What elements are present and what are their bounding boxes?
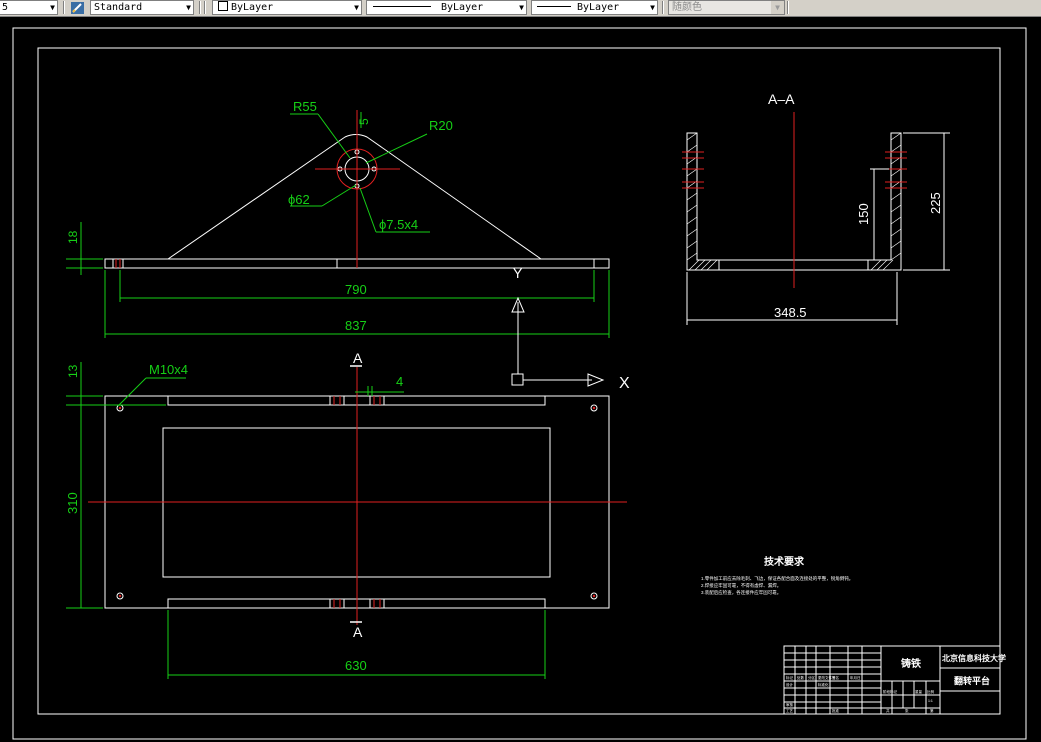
paper-outer-frame [12, 27, 1027, 740]
toolbar-separator [199, 1, 201, 14]
dim-r55: R55 [293, 99, 317, 114]
toolbar-separator [204, 1, 206, 14]
text-style-icon[interactable] [70, 0, 86, 14]
drawing-canvas[interactable]: R55 R20 5 ϕ62 ϕ7.5x4 18 790 837 Y X A A … [0, 17, 1041, 742]
linetype-combo[interactable]: ByLayer ▼ [366, 0, 527, 15]
svg-text:标准化: 标准化 [818, 682, 829, 687]
section-title: A–A [768, 91, 795, 107]
svg-text:批准: 批准 [832, 708, 840, 713]
dim-790: 790 [345, 282, 367, 297]
svg-text:张: 张 [905, 708, 909, 713]
title-material: 铸铁 [901, 657, 921, 670]
chevron-down-icon: ▼ [50, 3, 55, 12]
dim-225: 225 [928, 192, 943, 214]
tech-note-2: 2.焊接应牢固可靠，不得有虚焊、漏焊。 [701, 582, 781, 589]
dim-150: 150 [856, 203, 871, 225]
dim-13: 13 [66, 364, 80, 378]
linetype-sample-icon [373, 6, 431, 7]
chevron-down-icon: ▼ [650, 3, 655, 12]
dim-348-5: 348.5 [774, 305, 807, 320]
text-style-combo[interactable]: Standard ▼ [90, 0, 194, 15]
svg-text:工艺: 工艺 [786, 708, 794, 713]
svg-text:处数: 处数 [797, 675, 805, 680]
tech-note-3: 3.装配后应检查，各连接件应牢固可靠。 [701, 589, 781, 596]
dim-phi62: ϕ62 [288, 192, 310, 207]
front-view [104, 110, 610, 269]
chevron-down-icon: ▼ [519, 3, 524, 12]
toolbar-separator [662, 1, 664, 14]
dim-837: 837 [345, 318, 367, 333]
svg-text:设计: 设计 [786, 682, 794, 687]
lineweight-combo[interactable]: ByLayer ▼ [531, 0, 658, 15]
section-dimensions [686, 132, 950, 325]
dim-4: 4 [396, 374, 403, 389]
color-swatch-icon [218, 1, 228, 11]
svg-text:签名: 签名 [832, 675, 839, 680]
chevron-down-icon: ▼ [186, 3, 191, 12]
ucs-icon [511, 296, 605, 387]
dim-5: 5 [357, 118, 371, 125]
svg-text:共: 共 [886, 708, 890, 713]
plot-style-combo: 随颜色 ▼ [668, 0, 785, 15]
dim-phi7-5x4: ϕ7.5x4 [379, 217, 418, 232]
section-cut-a-bottom: A [353, 624, 363, 640]
front-view-dimensions [66, 112, 610, 338]
drawing-border [37, 47, 1001, 715]
chevron-down-icon: ▼ [354, 3, 359, 12]
svg-text:标记: 标记 [786, 675, 794, 680]
svg-text:重量: 重量 [915, 689, 923, 694]
toolbar-separator [787, 1, 789, 14]
section-a-a-view [682, 112, 907, 288]
title-part-name: 翻转平台 [954, 675, 990, 686]
toolbar-separator [63, 1, 65, 14]
dim-18: 18 [66, 230, 80, 244]
dim-r20: R20 [429, 118, 453, 133]
lineweight-sample-icon [537, 6, 571, 7]
chevron-down-icon: ▼ [771, 1, 784, 14]
svg-text:分区: 分区 [808, 675, 816, 680]
dim-310: 310 [65, 492, 80, 514]
ucs-x-label: X [619, 375, 630, 392]
title-school: 北京信息科技大学 [942, 653, 1006, 663]
plan-view [88, 365, 627, 625]
plan-view-dimensions [66, 362, 546, 679]
svg-text:阶段标记: 阶段标记 [883, 689, 897, 694]
svg-text:第: 第 [930, 708, 934, 713]
svg-text:1:1: 1:1 [928, 699, 933, 703]
svg-text:年月日: 年月日 [850, 675, 861, 680]
tech-requirements-title: 技术要求 [764, 555, 805, 568]
dim-630: 630 [345, 658, 367, 673]
bracket-outline [167, 134, 542, 260]
tech-note-1: 1.零件加工前应去除毛刺、飞边，保证各配合面及连接处的平整，锐角倒钝。 [701, 575, 853, 582]
dimension-style-combo[interactable]: 5 ▼ [0, 0, 58, 15]
dim-m10x4: M10x4 [149, 362, 188, 377]
properties-toolbar: 5 ▼ Standard ▼ ByLayer ▼ ByLayer ▼ ByLay… [0, 0, 1041, 17]
svg-text:审核: 审核 [786, 702, 794, 707]
color-combo[interactable]: ByLayer ▼ [212, 0, 362, 15]
section-cut-a-top: A [353, 350, 363, 366]
svg-text:比例: 比例 [927, 689, 935, 694]
ucs-y-label: Y [513, 265, 523, 281]
